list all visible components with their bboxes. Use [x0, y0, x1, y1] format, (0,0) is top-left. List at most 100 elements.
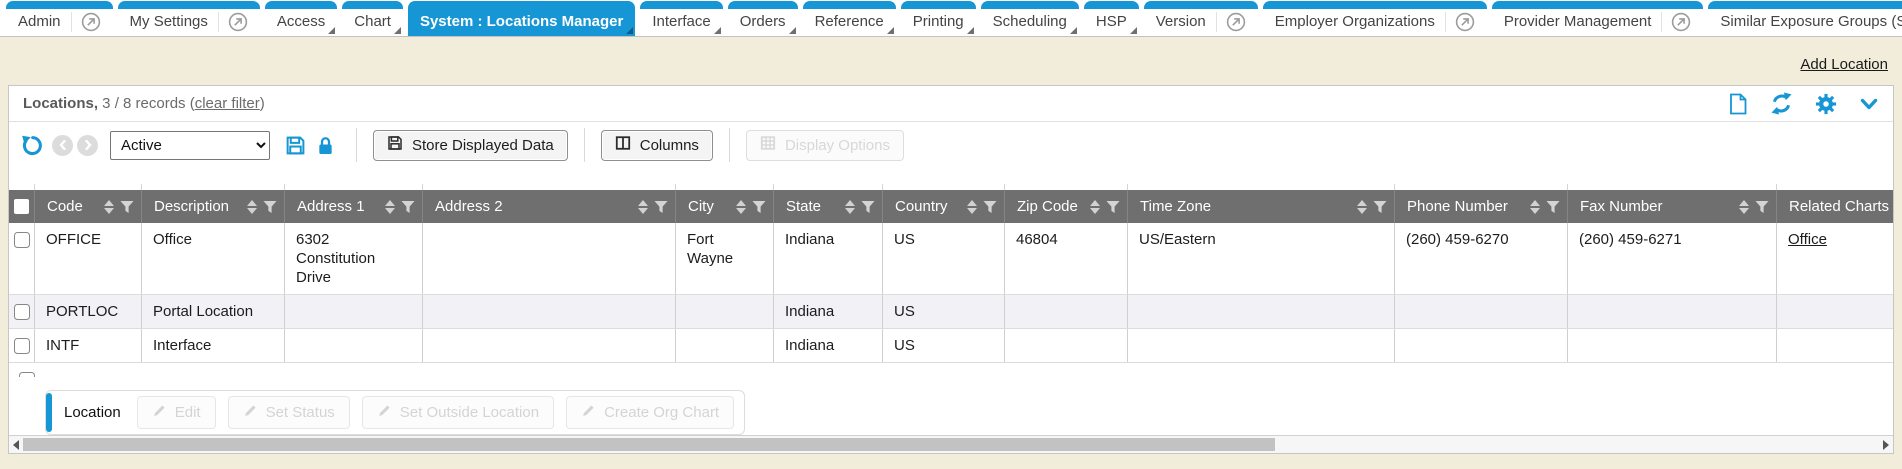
sort-icon[interactable]: [385, 200, 395, 214]
popup-arrow-icon[interactable]: [218, 12, 248, 32]
footer-button-set-status[interactable]: Set Status: [228, 396, 350, 429]
sort-icon[interactable]: [1739, 200, 1749, 214]
sort-icon[interactable]: [638, 200, 648, 214]
tab-version[interactable]: Version: [1144, 1, 1258, 36]
cell-related-charts: [1777, 295, 1893, 328]
tab-chart[interactable]: Chart: [342, 1, 403, 36]
tab-my-settings[interactable]: My Settings: [118, 1, 260, 36]
tab-system-locations-manager[interactable]: System : Locations Manager: [408, 1, 635, 36]
lock-icon[interactable]: [316, 135, 335, 156]
column-header-label: Description: [154, 198, 243, 215]
panel-header: Locations, 3 / 8 records (clear filter): [9, 86, 1893, 122]
column-header-fax-number[interactable]: Fax Number: [1568, 190, 1777, 223]
columns-button[interactable]: Columns: [601, 130, 713, 161]
filter-funnel-icon[interactable]: [752, 200, 766, 214]
store-displayed-data-button[interactable]: Store Displayed Data: [373, 130, 568, 161]
tab-similar-exposure-groups-segs[interactable]: Similar Exposure Groups (SEGs): [1708, 1, 1902, 36]
filter-funnel-icon[interactable]: [401, 200, 415, 214]
filter-funnel-icon[interactable]: [983, 200, 997, 214]
select-all-checkbox[interactable]: [14, 199, 29, 214]
chevron-down-icon[interactable]: [1859, 94, 1879, 114]
column-header-state[interactable]: State: [774, 190, 883, 223]
column-header-time-zone[interactable]: Time Zone: [1128, 190, 1395, 223]
sort-icon[interactable]: [1090, 200, 1100, 214]
cell-city: Fort Wayne: [676, 223, 774, 294]
footer-button-create-org-chart[interactable]: Create Org Chart: [566, 396, 734, 429]
cell-time-zone: [1128, 295, 1395, 328]
cell-description: Office: [142, 223, 285, 294]
column-header-country[interactable]: Country: [883, 190, 1005, 223]
refresh-icon[interactable]: [1770, 92, 1793, 115]
footer-button-set-outside-location[interactable]: Set Outside Location: [362, 396, 554, 429]
popup-arrow-icon[interactable]: [1445, 12, 1475, 32]
filter-funnel-icon[interactable]: [263, 200, 277, 214]
reset-view-button[interactable]: [21, 134, 44, 157]
tab-orders[interactable]: Orders: [728, 1, 798, 36]
display-options-button[interactable]: Display Options: [746, 130, 904, 161]
popup-arrow-icon[interactable]: [1216, 12, 1246, 32]
tab-fold-corner-icon: [967, 27, 974, 34]
row-checkbox[interactable]: [14, 304, 30, 320]
column-header-code[interactable]: Code: [35, 190, 142, 223]
scroll-right-arrow-icon[interactable]: [1883, 440, 1889, 450]
popup-arrow-icon[interactable]: [71, 12, 101, 32]
scrollbar-thumb[interactable]: [23, 438, 1275, 451]
filter-funnel-icon[interactable]: [1546, 200, 1560, 214]
panel-title-name: Locations,: [23, 95, 98, 112]
sort-icon[interactable]: [1530, 200, 1540, 214]
new-document-icon[interactable]: [1728, 93, 1748, 115]
filter-funnel-icon[interactable]: [861, 200, 875, 214]
tab-admin[interactable]: Admin: [6, 1, 113, 36]
cell-related-charts: Office: [1777, 223, 1893, 294]
scroll-left-arrow-icon[interactable]: [13, 440, 19, 450]
column-header-related-charts[interactable]: Related Charts: [1777, 190, 1893, 223]
add-location-link[interactable]: Add Location: [1800, 56, 1888, 73]
column-header-zip-code[interactable]: Zip Code: [1005, 190, 1128, 223]
sort-icon[interactable]: [1357, 200, 1367, 214]
filter-funnel-icon[interactable]: [654, 200, 668, 214]
prev-page-button[interactable]: [52, 135, 73, 156]
popup-arrow-icon[interactable]: [1661, 12, 1691, 32]
column-header-city[interactable]: City: [676, 190, 774, 223]
tab-label: Version: [1156, 13, 1206, 30]
filter-funnel-icon[interactable]: [120, 200, 134, 214]
horizontal-scrollbar[interactable]: [9, 435, 1893, 453]
status-filter-select[interactable]: Active: [110, 131, 270, 160]
tab-provider-management[interactable]: Provider Management: [1492, 1, 1704, 36]
column-header-description[interactable]: Description: [142, 190, 285, 223]
tab-scheduling[interactable]: Scheduling: [981, 1, 1079, 36]
save-view-icon[interactable]: [285, 135, 306, 156]
column-header-phone-number[interactable]: Phone Number: [1395, 190, 1568, 223]
sort-icon[interactable]: [247, 200, 257, 214]
tab-access[interactable]: Access: [265, 1, 337, 36]
row-checkbox[interactable]: [14, 338, 30, 354]
row-checkbox-cell: [9, 295, 35, 328]
tab-reference[interactable]: Reference: [803, 1, 896, 36]
tab-employer-organizations[interactable]: Employer Organizations: [1263, 1, 1487, 36]
clear-filter-link[interactable]: clear filter: [195, 95, 260, 112]
row-checkbox[interactable]: [14, 232, 30, 248]
column-header-address-1[interactable]: Address 1: [285, 190, 423, 223]
pencil-icon: [152, 403, 167, 422]
cell-phone-number: [1395, 329, 1568, 362]
next-page-button[interactable]: [77, 135, 98, 156]
filter-funnel-icon[interactable]: [1373, 200, 1387, 214]
related-chart-link[interactable]: Office: [1788, 231, 1827, 248]
sort-icon[interactable]: [967, 200, 977, 214]
sort-icon[interactable]: [736, 200, 746, 214]
column-header-address-2[interactable]: Address 2: [423, 190, 676, 223]
sort-icon[interactable]: [845, 200, 855, 214]
tab-hsp[interactable]: HSP: [1084, 1, 1139, 36]
tab-printing[interactable]: Printing: [901, 1, 976, 36]
cell-country: US: [883, 223, 1005, 294]
sort-icon[interactable]: [104, 200, 114, 214]
table-row[interactable]: PORTLOCPortal LocationIndianaUS: [9, 295, 1893, 329]
footer-button-edit[interactable]: Edit: [137, 396, 216, 429]
filter-funnel-icon[interactable]: [1106, 200, 1120, 214]
table-row[interactable]: INTFInterfaceIndianaUS: [9, 329, 1893, 363]
tab-fold-corner-icon: [328, 27, 335, 34]
table-row[interactable]: OFFICEOffice6302 Constitution DriveFort …: [9, 223, 1893, 295]
gear-icon[interactable]: [1815, 93, 1837, 115]
tab-interface[interactable]: Interface: [640, 1, 722, 36]
filter-funnel-icon[interactable]: [1755, 200, 1769, 214]
